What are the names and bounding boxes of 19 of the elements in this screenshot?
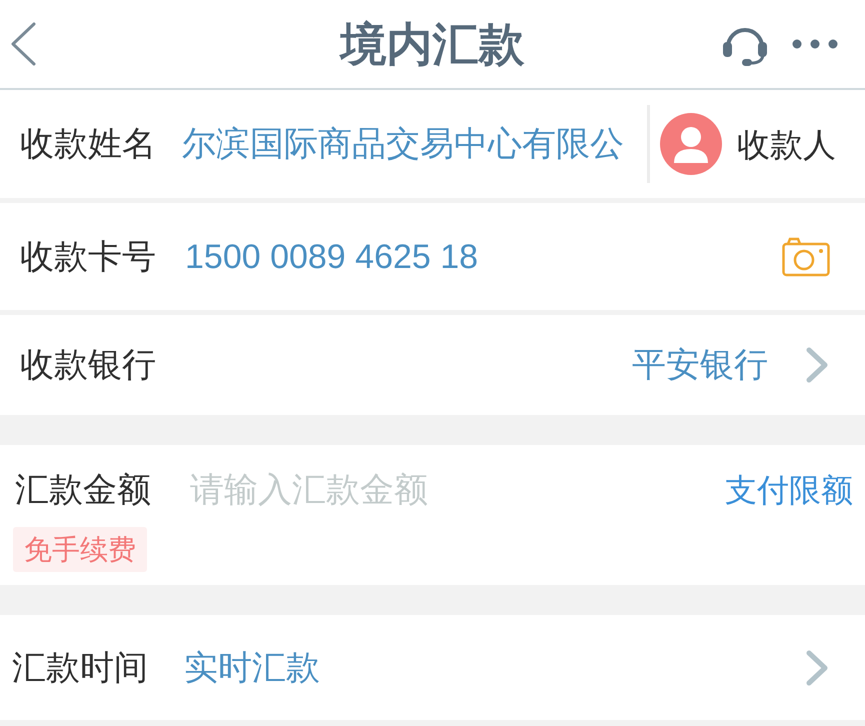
page-title: 境内汇款 bbox=[340, 21, 524, 67]
payee-button[interactable]: 收款人 bbox=[660, 113, 836, 175]
payee-name-field[interactable]: 尔滨国际商品交易中心有限公 bbox=[182, 127, 647, 161]
field-label: 收款姓名 bbox=[20, 127, 156, 161]
field-label: 收款银行 bbox=[20, 348, 156, 382]
chevron-right-icon bbox=[805, 648, 830, 686]
fee-free-badge: 免手续费 bbox=[13, 527, 147, 572]
chevron-right-icon bbox=[805, 346, 830, 384]
bank-select[interactable]: 平安银行 bbox=[632, 348, 768, 382]
limit-link[interactable]: 支付限额 bbox=[725, 474, 853, 506]
amount-field[interactable]: 请输入汇款金额 bbox=[190, 468, 725, 512]
card-number-field[interactable]: 1500 0089 4625 18 bbox=[185, 240, 782, 274]
avatar-icon bbox=[660, 113, 722, 175]
field-label: 汇款时间 bbox=[12, 650, 148, 684]
more-icon[interactable] bbox=[792, 39, 838, 49]
transfer-time-select[interactable]: 实时汇款 bbox=[184, 650, 320, 684]
field-label: 汇款金额 bbox=[15, 473, 151, 507]
back-icon[interactable] bbox=[10, 22, 36, 66]
field-label: 收款卡号 bbox=[20, 240, 156, 274]
